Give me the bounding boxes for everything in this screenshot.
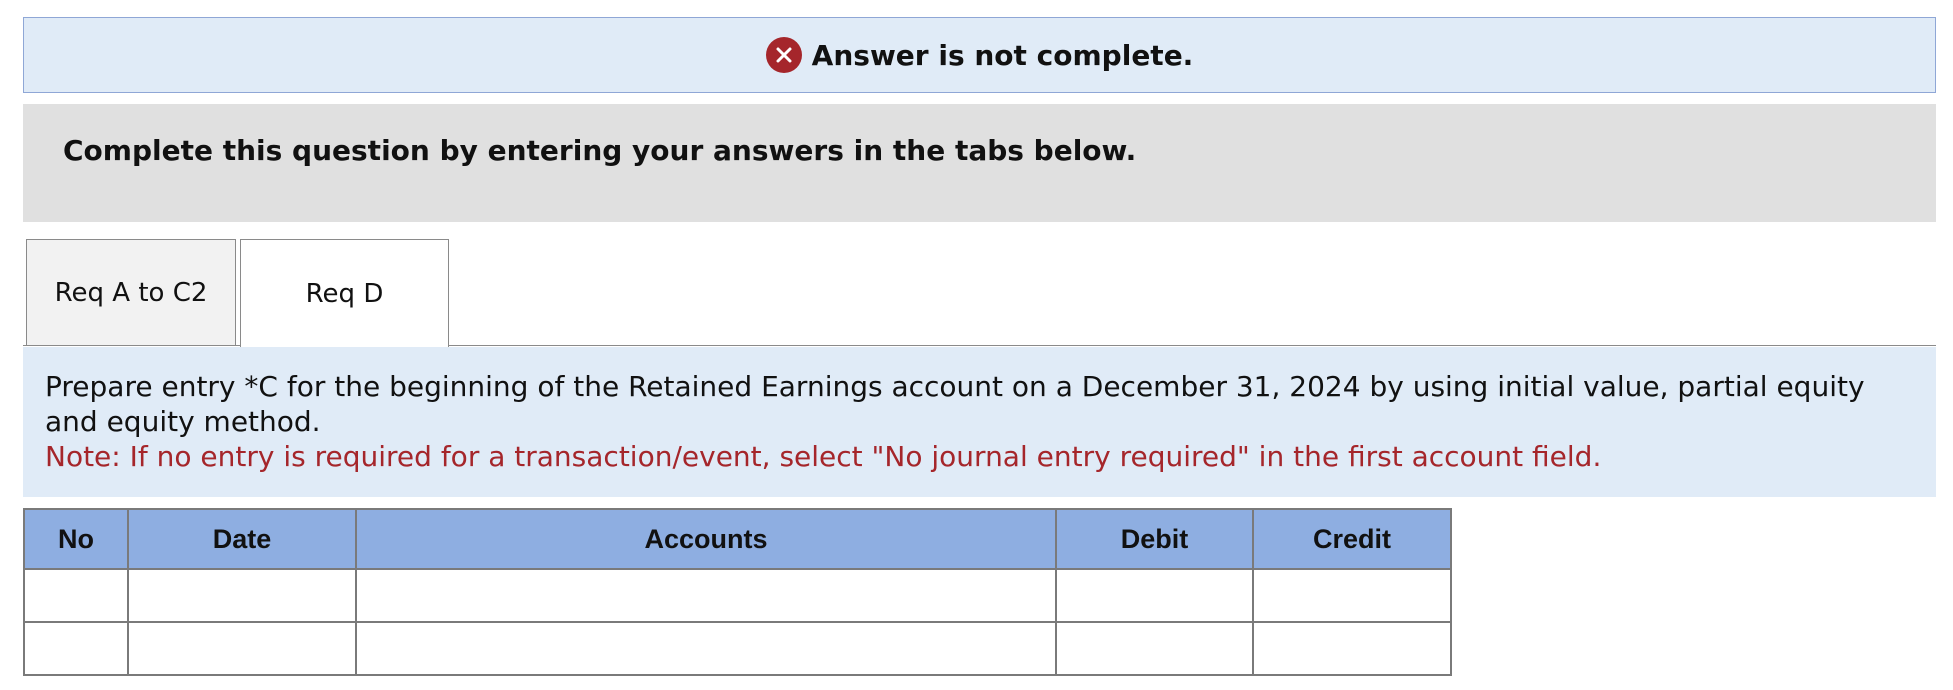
tab-req-d[interactable]: Req D <box>240 239 449 347</box>
column-header-accounts: Accounts <box>355 508 1057 570</box>
cell-no <box>23 621 129 676</box>
tab-label: Req D <box>305 278 384 309</box>
cell-date[interactable] <box>127 621 357 676</box>
cell-debit[interactable] <box>1055 621 1254 676</box>
column-header-debit: Debit <box>1055 508 1254 570</box>
tab-req-a-to-c2[interactable]: Req A to C2 <box>26 239 236 346</box>
journal-entry-table: No Date Accounts Debit Credit <box>23 508 1452 676</box>
cell-credit[interactable] <box>1252 621 1452 676</box>
cell-debit[interactable] <box>1055 568 1254 623</box>
column-header-no: No <box>23 508 129 570</box>
status-message: Answer is not complete. <box>811 38 1194 72</box>
column-header-date: Date <box>127 508 357 570</box>
question-prompt: Prepare entry *C for the beginning of th… <box>23 347 1936 497</box>
cell-no <box>23 568 129 623</box>
status-banner: Answer is not complete. <box>23 17 1936 93</box>
column-header-credit: Credit <box>1252 508 1452 570</box>
cell-accounts[interactable] <box>355 621 1057 676</box>
table-header-row: No Date Accounts Debit Credit <box>23 508 1452 570</box>
prompt-note: Note: If no entry is required for a tran… <box>45 440 1602 473</box>
instructions-panel: Complete this question by entering your … <box>23 104 1936 222</box>
instructions-text: Complete this question by entering your … <box>63 134 1137 167</box>
cell-credit[interactable] <box>1252 568 1452 623</box>
tab-label: Req A to C2 <box>54 278 208 308</box>
cell-accounts[interactable] <box>355 568 1057 623</box>
table-row <box>23 621 1452 676</box>
cell-date[interactable] <box>127 568 357 623</box>
prompt-text: Prepare entry *C for the beginning of th… <box>45 370 1865 438</box>
table-row <box>23 568 1452 623</box>
close-circle-icon <box>765 37 802 73</box>
